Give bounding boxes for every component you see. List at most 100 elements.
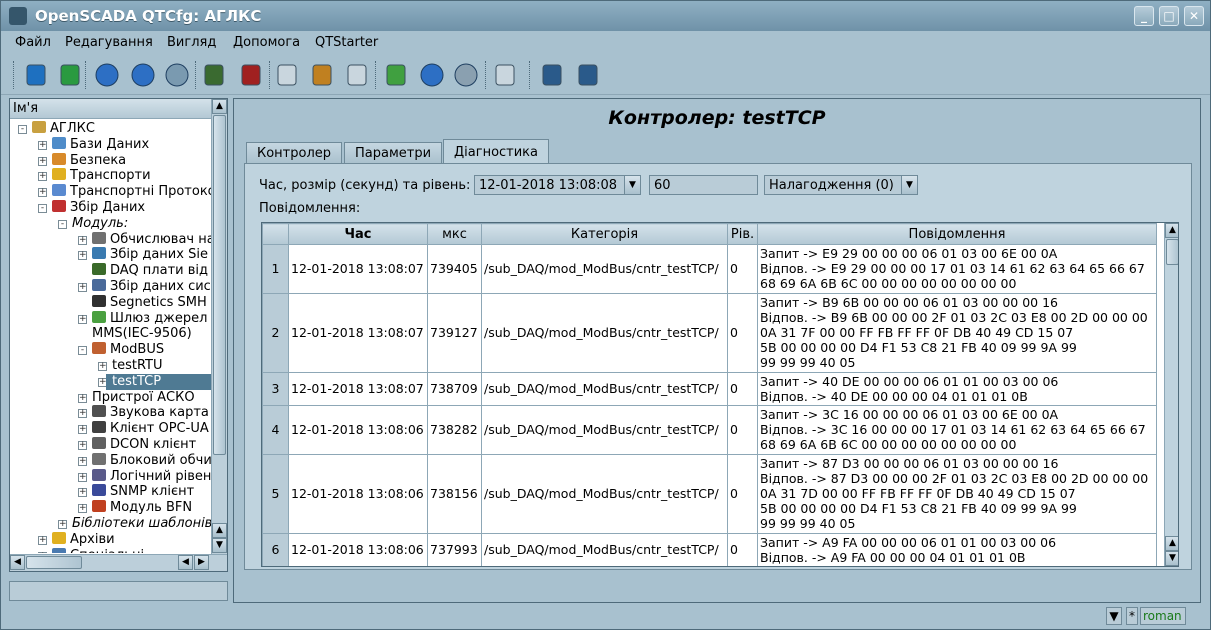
tree-item[interactable]: АГЛКС [32,121,95,137]
scroll-up-icon[interactable]: ▲ [212,523,227,538]
tree-item[interactable]: Транспорти [52,168,151,184]
expand-icon[interactable]: + [78,409,87,419]
minimize-button[interactable]: _ [1134,6,1154,26]
scroll-up-icon[interactable]: ▲ [212,99,227,114]
tree-item[interactable]: Модуль BFN [92,500,192,516]
paste-icon[interactable] [344,62,370,88]
expand-icon[interactable]: + [78,314,87,324]
column-header[interactable]: мкс [427,223,482,245]
expand-icon[interactable]: + [78,283,87,292]
tree-item[interactable]: Збір даних сис [92,279,211,295]
tree-item[interactable]: Звукова карта [92,405,209,421]
start-icon[interactable] [419,62,445,88]
expand-icon[interactable]: + [38,156,47,166]
expand-icon[interactable]: + [38,535,47,545]
tree-item[interactable]: Клієнт OPC-UA [92,421,209,437]
tree-item[interactable]: MMS(IEC-9506) [92,326,192,342]
expand-icon[interactable]: + [58,520,67,529]
scroll-down-icon[interactable]: ▼ [1165,551,1178,566]
menu-item-3[interactable]: Допомога [233,35,300,50]
expand-icon[interactable]: + [78,235,87,245]
table-row[interactable]: 5 12-01-2018 13:08:06 738156/sub_DAQ/mod_M… [262,453,1157,534]
back-icon[interactable] [130,62,156,88]
info-icon[interactable] [492,62,518,88]
tree-header[interactable]: Ім'я [10,99,211,119]
column-header[interactable]: Час [288,223,428,245]
scroll-left-icon[interactable]: ◀ [178,555,193,570]
chevron-down-icon[interactable]: ▼ [1106,607,1122,625]
menu-item-2[interactable]: Вигляд [167,35,216,50]
tree-item[interactable]: DCON клієнт [92,437,196,453]
save-db-icon[interactable] [57,62,83,88]
tree-item[interactable]: testTCP [106,373,211,390]
tree-item[interactable]: Спеціальні [52,547,144,553]
table-row[interactable]: 6 12-01-2018 13:08:06 737993/sub_DAQ/mod_M… [262,532,1157,566]
expand-icon[interactable]: + [78,472,87,482]
scroll-up-icon[interactable]: ▲ [1165,223,1178,238]
collapse-icon[interactable]: - [18,125,27,134]
menu-item-0[interactable]: Файл [15,35,51,50]
tree-item[interactable]: Блоковий обчи [92,452,211,469]
column-header[interactable]: Повідомлення [757,223,1157,245]
up-icon[interactable] [94,62,120,88]
table-vertical-scrollbar[interactable]: ▲ ▲ ▼ [1164,223,1178,566]
expand-icon[interactable]: + [78,441,87,450]
tree-item[interactable]: Безпека [52,152,126,169]
expand-icon[interactable]: + [98,362,107,371]
tree-item[interactable]: Архіви [52,531,115,548]
chevron-down-icon[interactable]: ▼ [901,176,917,194]
expand-icon[interactable]: + [78,456,87,466]
tree-item[interactable]: DAQ плати від [92,263,208,279]
menu-item-4[interactable]: QTStarter [315,35,378,50]
scroll-left-icon[interactable]: ◀ [10,555,25,570]
scroll-right-icon[interactable]: ▶ [194,555,209,570]
menu-item-1[interactable]: Редагування [65,35,153,50]
expand-icon[interactable]: + [78,425,87,435]
copy-icon[interactable] [274,62,300,88]
forward-icon[interactable] [164,62,190,88]
tree-item[interactable]: SNMP клієнт [92,484,194,500]
level-combobox[interactable]: Налагодження (0) ▼ [764,175,918,195]
tree-item[interactable]: Транспортні Протоколи [52,184,211,200]
expand-icon[interactable]: + [78,504,87,514]
close-button[interactable]: ✕ [1184,6,1204,26]
tree-item[interactable]: Бібліотеки шаблонів [72,516,211,532]
cut-icon[interactable] [309,62,335,88]
h-scroll-thumb[interactable] [26,556,82,569]
size-input[interactable]: 60 [649,175,758,195]
column-header[interactable]: Рів. [727,223,758,245]
collapse-icon[interactable]: - [58,219,67,229]
tree-item[interactable]: Шлюз джерел [92,310,207,327]
tree-item[interactable]: testRTU [112,358,163,374]
add-item-icon[interactable] [201,62,227,88]
expand-icon[interactable]: + [78,393,87,403]
expand-icon[interactable]: + [78,488,87,498]
column-header[interactable]: Категорія [481,223,728,245]
table-row[interactable]: 1 12-01-2018 13:08:07 739405/sub_DAQ/mod_M… [262,244,1157,294]
qtcfg-icon[interactable] [575,62,601,88]
tab-parameters[interactable]: Параметри [344,142,443,164]
time-combobox[interactable]: 12-01-2018 13:08:08 ▼ [474,175,641,195]
scroll-down-icon[interactable]: ▼ [212,538,227,553]
tab-controller[interactable]: Контролер [246,142,343,164]
table-row[interactable]: 3 12-01-2018 13:08:07 738709/sub_DAQ/mod_M… [262,371,1157,407]
tree-item[interactable]: Обчислювач на [92,231,211,248]
tree-item[interactable]: Збір даних Sie [92,247,208,263]
stop-icon[interactable] [453,62,479,88]
tree-item[interactable]: Логічний рівен [92,468,211,485]
expand-icon[interactable]: + [38,140,47,150]
refresh-icon[interactable] [383,62,409,88]
vcs-engine-icon[interactable] [539,62,565,88]
tree-item[interactable]: Модуль: [72,216,128,232]
scroll-thumb[interactable] [1166,239,1178,265]
tree-horizontal-scrollbar[interactable]: ◀ ◀ ▶ [10,554,227,571]
expand-icon[interactable]: + [38,188,47,198]
scroll-thumb[interactable] [213,115,226,455]
tree-item[interactable]: Збір Даних [52,200,145,216]
table-row[interactable]: 2 12-01-2018 13:08:07 739127/sub_DAQ/mod_M… [262,292,1157,373]
collapse-icon[interactable]: - [38,204,47,213]
tab-diagnostics[interactable]: Діагностика [443,139,550,164]
table-row[interactable]: 4 12-01-2018 13:08:06 738282/sub_DAQ/mod_M… [262,405,1157,455]
load-db-icon[interactable] [23,62,49,88]
tree-item[interactable]: ModBUS [92,342,164,358]
